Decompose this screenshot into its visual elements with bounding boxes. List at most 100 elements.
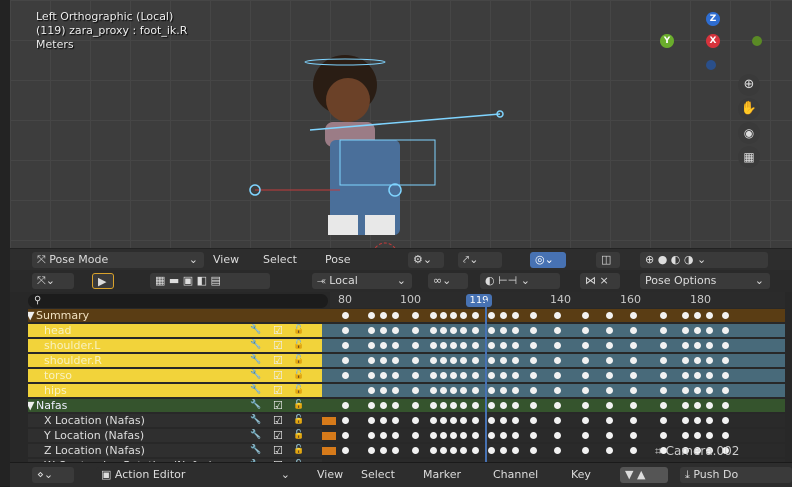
keyframe-dot[interactable] (380, 342, 387, 349)
link-icon[interactable]: ∞⌄ (428, 273, 468, 289)
keyframe-dot[interactable] (430, 342, 437, 349)
keyframe-dot[interactable] (440, 417, 447, 424)
keyframe-dot[interactable] (440, 447, 447, 454)
keyframe-dot[interactable] (554, 417, 561, 424)
keyframe-dot[interactable] (430, 312, 437, 319)
keyframe-dot[interactable] (440, 402, 447, 409)
keyframe-dot[interactable] (630, 312, 637, 319)
keyframe-dot[interactable] (512, 312, 519, 319)
snapping-icon[interactable]: ◐ ⊢⊣ ⌄ (480, 273, 560, 289)
checkbox-icon[interactable]: ☑ (273, 339, 283, 352)
orientation-selector[interactable]: ⤛ Local ⌄ (312, 273, 412, 289)
channel-row[interactable]: X Location (Nafas) 🔧 ☑ 🔓 (28, 414, 785, 427)
keyframe-dot[interactable] (606, 372, 613, 379)
keyframe-dot[interactable] (460, 312, 467, 319)
keyframe-dot[interactable] (660, 372, 667, 379)
frame-ruler[interactable]: 80 100 120 140 160 180 (330, 292, 785, 308)
keyframe-dot[interactable] (412, 372, 419, 379)
keyframe-dot[interactable] (440, 342, 447, 349)
keyframe-dot[interactable] (460, 402, 467, 409)
keyframe-dot[interactable] (630, 342, 637, 349)
keyframe-dot[interactable] (512, 447, 519, 454)
keyframe-dot[interactable] (606, 312, 613, 319)
keyframe-dot[interactable] (460, 357, 467, 364)
keyframe-dot[interactable] (342, 432, 349, 439)
keyframe-dot[interactable] (342, 312, 349, 319)
keyframe-dot[interactable] (430, 432, 437, 439)
keyframe-dot[interactable] (392, 342, 399, 349)
keyframe-dot[interactable] (682, 357, 689, 364)
keyframe-dot[interactable] (460, 327, 467, 334)
keyframe-track[interactable] (322, 309, 785, 322)
keyframe-dot[interactable] (392, 432, 399, 439)
keyframe-dot[interactable] (460, 417, 467, 424)
selection-mode-icons[interactable]: ▦ ▬ ▣ ◧ ▤ (150, 273, 270, 289)
keyframe-dot[interactable] (430, 387, 437, 394)
menu-pose[interactable]: Pose (320, 252, 355, 268)
checkbox-icon[interactable]: ☑ (273, 384, 283, 397)
lock-icon[interactable]: 🔓 (293, 324, 304, 337)
keyframe-dot[interactable] (530, 312, 537, 319)
keyframe-dot[interactable] (430, 327, 437, 334)
keyframe-dot[interactable] (460, 342, 467, 349)
channel-row[interactable]: ▼ Summary (28, 309, 785, 322)
channel-search-input[interactable]: ⚲ (28, 294, 328, 308)
wrench-icon[interactable]: 🔧 (250, 414, 261, 427)
keyframe-track[interactable] (322, 429, 785, 442)
play-icon[interactable]: ▶ (92, 273, 114, 289)
keyframe-dot[interactable] (380, 312, 387, 319)
snap-icon[interactable]: ⤤⌄ (458, 252, 502, 268)
keyframe-dot[interactable] (450, 432, 457, 439)
keyframe-track[interactable] (322, 399, 785, 412)
keyframe-dot[interactable] (430, 402, 437, 409)
keyframe-dot[interactable] (682, 402, 689, 409)
keyframe-dot[interactable] (512, 327, 519, 334)
expand-triangle-icon[interactable]: ▼ (28, 399, 34, 412)
action-browse-icon[interactable]: ▼ ▲ (620, 467, 668, 483)
keyframe-dot[interactable] (460, 432, 467, 439)
keyframe-dot[interactable] (500, 417, 507, 424)
keyframe-dot[interactable] (440, 312, 447, 319)
keyframe-dot[interactable] (368, 357, 375, 364)
keyframe-dot[interactable] (512, 342, 519, 349)
keyframe-dot[interactable] (660, 357, 667, 364)
checkbox-icon[interactable]: ☑ (273, 354, 283, 367)
keyframe-dot[interactable] (488, 417, 495, 424)
keyframe-dot[interactable] (472, 327, 479, 334)
keyframe-dot[interactable] (630, 327, 637, 334)
keyframe-dot[interactable] (682, 387, 689, 394)
checkbox-icon[interactable]: ☑ (273, 324, 283, 337)
keyframe-dot[interactable] (412, 342, 419, 349)
keyframe-dot[interactable] (630, 447, 637, 454)
keyframe-dot[interactable] (606, 432, 613, 439)
keyframe-dot[interactable] (500, 447, 507, 454)
keyframe-dot[interactable] (440, 387, 447, 394)
keyframe-dot[interactable] (630, 417, 637, 424)
keyframe-dot[interactable] (460, 372, 467, 379)
gizmo-z-axis[interactable]: Z (706, 12, 720, 26)
keyframe-track[interactable] (322, 384, 785, 397)
keyframe-dot[interactable] (488, 312, 495, 319)
gizmo-y-axis[interactable]: Y (660, 34, 674, 48)
keyframe-dot[interactable] (660, 432, 667, 439)
keyframe-dot[interactable] (392, 357, 399, 364)
keyframe-dot[interactable] (706, 357, 713, 364)
keyframe-dot[interactable] (554, 402, 561, 409)
keyframe-handle[interactable] (322, 432, 336, 440)
keyframe-dot[interactable] (472, 372, 479, 379)
keyframe-dot[interactable] (500, 357, 507, 364)
keyframe-dot[interactable] (430, 417, 437, 424)
keyframe-dot[interactable] (368, 372, 375, 379)
keyframe-dot[interactable] (682, 432, 689, 439)
wrench-icon[interactable]: 🔧 (250, 324, 261, 337)
keyframe-dot[interactable] (368, 402, 375, 409)
keyframe-dot[interactable] (500, 327, 507, 334)
keyframe-dot[interactable] (682, 327, 689, 334)
keyframe-dot[interactable] (380, 357, 387, 364)
keyframe-track[interactable] (322, 354, 785, 367)
keyframe-dot[interactable] (500, 312, 507, 319)
keyframe-dot[interactable] (450, 342, 457, 349)
keyframe-dot[interactable] (682, 372, 689, 379)
lock-icon[interactable]: 🔓 (293, 414, 304, 427)
keyframe-dot[interactable] (412, 357, 419, 364)
